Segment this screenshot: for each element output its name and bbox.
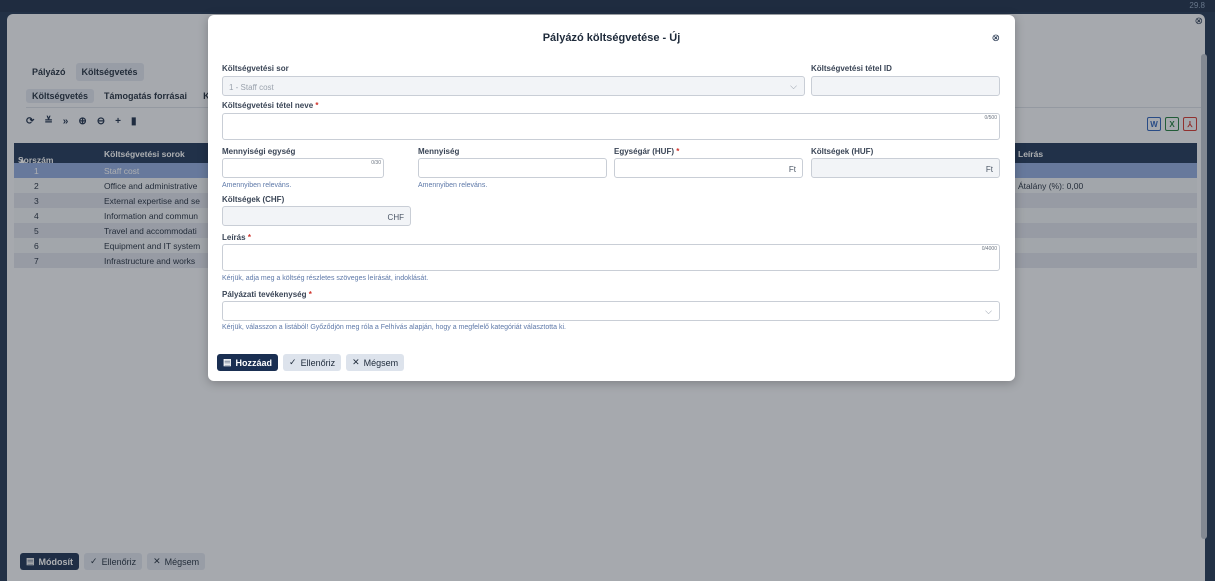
document-icon: ▤ (223, 357, 232, 368)
budget-row-label: Költségvetési sor (222, 64, 289, 73)
description-hint: Kérjük, adja meg a költség részletes szö… (222, 275, 428, 282)
chevron-down-icon: ⌵ (790, 81, 797, 92)
quantity-input[interactable] (418, 158, 607, 178)
activity-hint: Kérjük, válasszon a listából! Győződjön … (222, 324, 566, 331)
item-name-label: Költségvetési tétel neve * (222, 101, 319, 110)
add-button[interactable]: ▤Hozzáad (217, 354, 278, 371)
budget-item-dialog: Pályázó költségvetése - Új ⊗ Költségveté… (208, 15, 1015, 381)
description-textarea[interactable]: 0/4000 (222, 244, 1000, 271)
close-circle-icon[interactable]: ⊗ (992, 33, 1000, 44)
costs-huf-field: Ft (811, 158, 1000, 178)
item-id-label: Költségvetési tétel ID (811, 64, 892, 73)
dialog-actions: ▤Hozzáad ✓Ellenőriz ✕Mégsem (217, 354, 404, 371)
check-icon: ✓ (289, 357, 297, 368)
unit-input[interactable]: 0/30 (222, 158, 384, 178)
activity-select[interactable]: ⌵ (222, 301, 1000, 321)
costs-chf-field: CHF (222, 206, 411, 226)
costs-chf-label: Költségek (CHF) (222, 195, 284, 204)
description-label: Leírás * (222, 233, 251, 242)
unit-label: Mennyiségi egység (222, 147, 295, 156)
budget-row-select: 1 - Staff cost ⌵ (222, 76, 805, 96)
unit-hint: Amennyiben releváns. (222, 182, 291, 189)
chevron-down-icon: ⌵ (985, 306, 992, 317)
check-button[interactable]: ✓Ellenőriz (283, 354, 341, 371)
costs-huf-label: Költségek (HUF) (811, 147, 873, 156)
quantity-hint: Amennyiben releváns. (418, 182, 487, 189)
item-id-field (811, 76, 1000, 96)
cancel-button[interactable]: ✕Mégsem (346, 354, 404, 371)
activity-label: Pályázati tevékenység * (222, 290, 312, 299)
dialog-title: Pályázó költségvetése - Új (208, 32, 1015, 44)
close-icon: ✕ (352, 357, 360, 368)
unit-price-input[interactable]: Ft (614, 158, 803, 178)
unit-price-label: Egységár (HUF) * (614, 147, 679, 156)
item-name-input[interactable]: 0/500 (222, 113, 1000, 140)
quantity-label: Mennyiség (418, 147, 459, 156)
